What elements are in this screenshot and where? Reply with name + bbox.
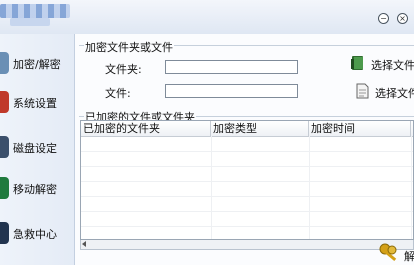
row-divider [81,166,413,167]
row-divider [81,181,413,182]
file-label: 文件: [105,87,131,100]
sidebar-item-label: 加密/解密 [13,58,61,71]
sidebar-item-encrypt-decrypt[interactable]: 加密/解密 [0,52,74,74]
sidebar-item-label: 移动解密 [13,183,57,196]
file-icon [356,83,369,99]
encrypt-group-title: 加密文件夹或文件 [84,39,174,55]
gear-icon [0,91,9,113]
select-file-button[interactable]: 选择文件 [353,82,414,102]
column-header-folder[interactable]: 已加密的文件夹 [81,121,211,136]
file-input[interactable] [165,84,298,98]
sidebar: 加密/解密 系统设置 磁盘设定 移动解密 急救中心 [0,34,75,265]
app-title-blurred [0,4,70,18]
row-divider [81,151,413,152]
encrypted-files-table[interactable]: 已加密的文件夹 加密类型 加密时间 [80,120,414,240]
folder-book-icon [351,56,363,70]
sidebar-item-label: 系统设置 [13,97,57,110]
close-button[interactable]: × [397,13,408,24]
lock-icon [0,52,9,74]
select-folder-label: 选择文件 [371,59,414,72]
row-divider [81,211,413,212]
column-header-time[interactable]: 加密时间 [309,121,411,136]
disk-icon [0,136,9,158]
row-divider [81,226,413,227]
table-header: 已加密的文件夹 加密类型 加密时间 [81,121,413,137]
decrypt-button-label: 解 [404,250,414,263]
minimize-button[interactable]: − [378,13,389,24]
title-bar: − × [0,0,414,34]
rescue-icon [0,222,9,244]
sidebar-item-label: 磁盘设定 [13,142,57,155]
decrypt-button[interactable]: 解 [378,240,414,265]
column-header-type[interactable]: 加密类型 [211,121,309,136]
main-panel: 加密文件夹或文件 文件夹: 文件: 选择文件 选择文件 已加密的文件或文件夹 已… [75,34,414,265]
folder-input[interactable] [165,60,298,74]
sidebar-item-mobile-decrypt[interactable]: 移动解密 [0,177,74,199]
keys-icon [379,243,397,262]
sidebar-item-disk-settings[interactable]: 磁盘设定 [0,136,74,158]
select-folder-button[interactable]: 选择文件 [349,54,414,74]
horizontal-scrollbar[interactable] [80,240,414,250]
select-file-label: 选择文件 [375,87,414,100]
row-divider [81,196,413,197]
usb-icon [0,177,9,199]
app-subtitle-blurred [10,18,50,26]
sidebar-item-system-settings[interactable]: 系统设置 [0,91,74,113]
sidebar-item-rescue-center[interactable]: 急救中心 [0,222,74,244]
sidebar-item-label: 急救中心 [13,228,57,241]
folder-label: 文件夹: [105,63,142,76]
scroll-left-icon[interactable] [82,241,86,247]
